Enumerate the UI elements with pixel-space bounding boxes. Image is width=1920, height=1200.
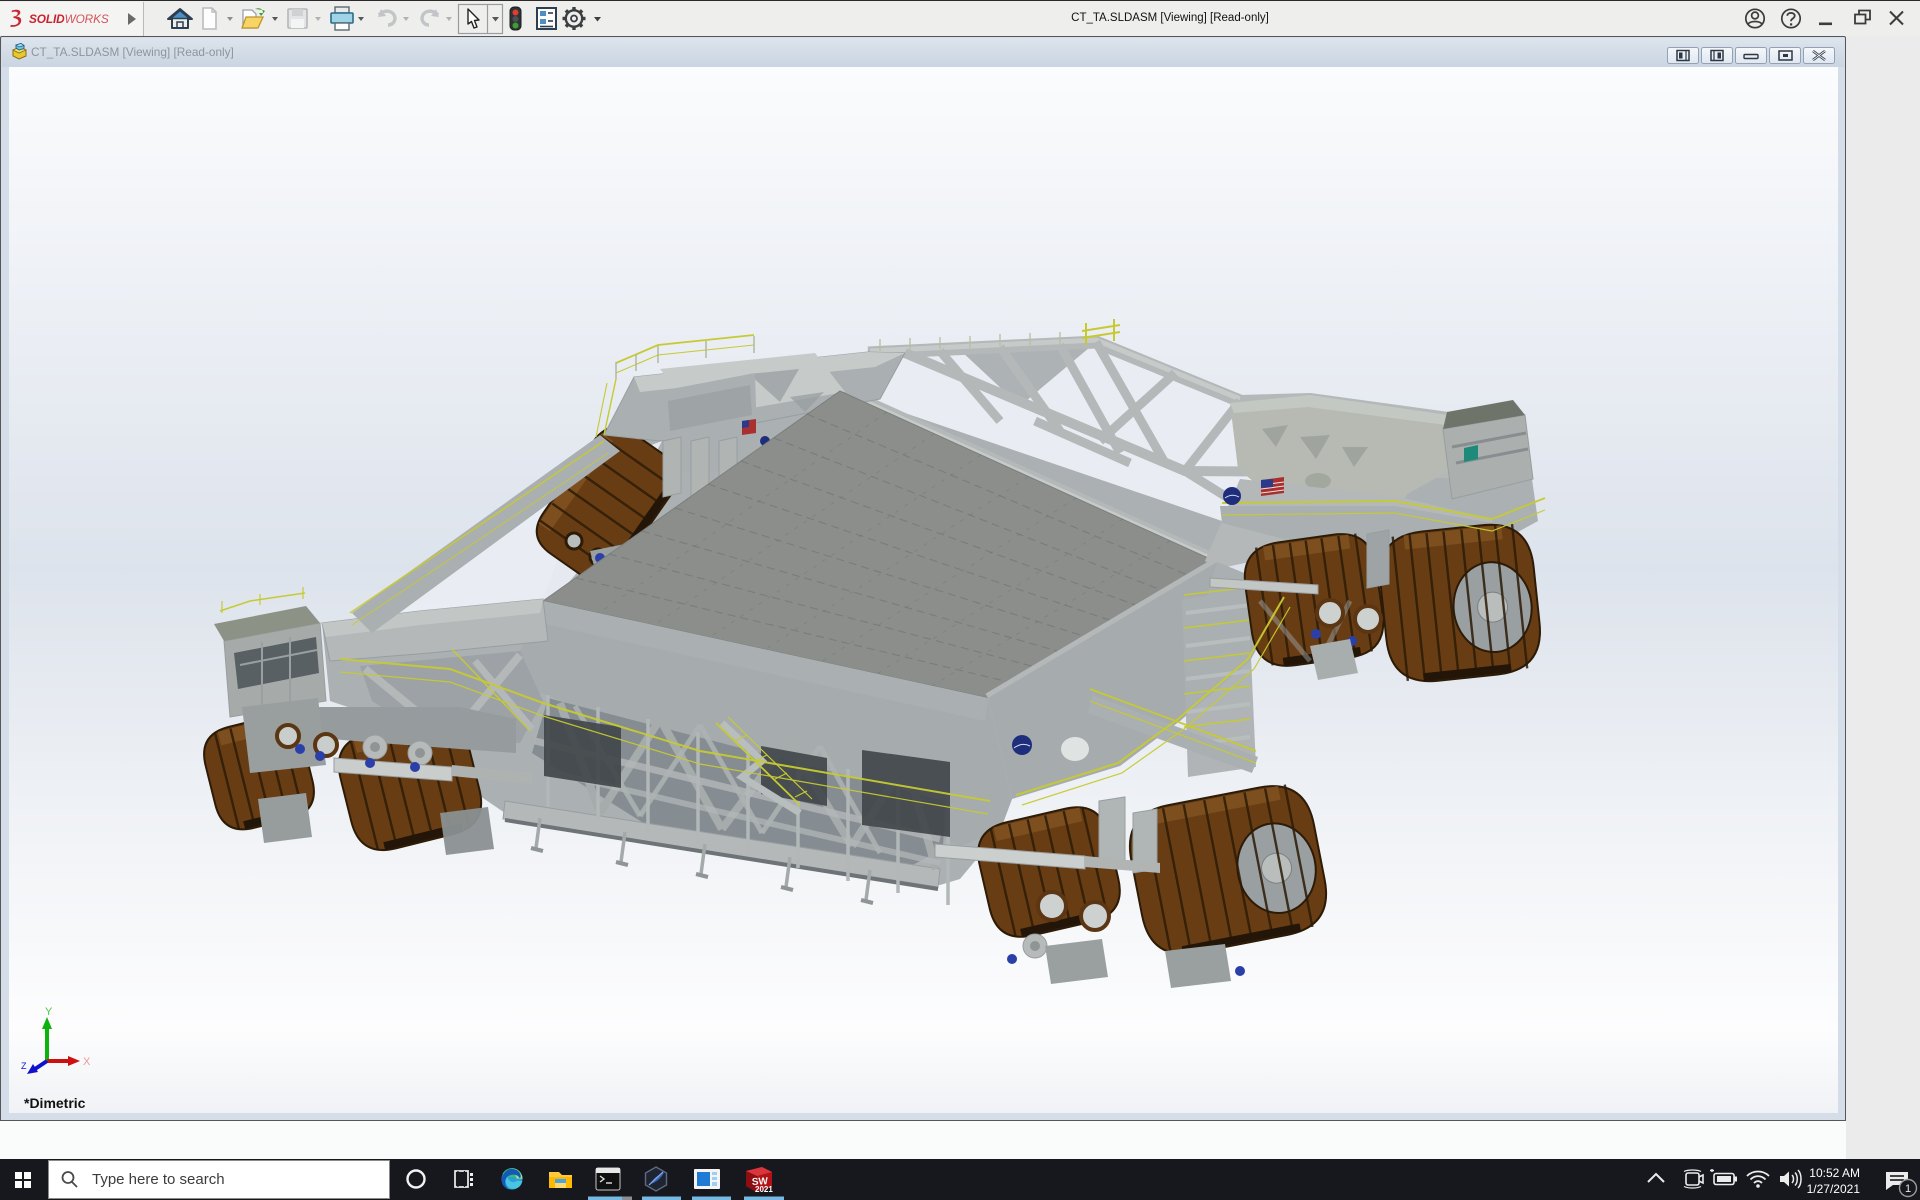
svg-text:Z: Z: [21, 1061, 27, 1071]
svg-text:2021: 2021: [755, 1185, 773, 1194]
svg-text:1: 1: [1905, 1183, 1911, 1195]
svg-text:Y: Y: [45, 1006, 53, 1018]
svg-text:X: X: [83, 1056, 91, 1068]
